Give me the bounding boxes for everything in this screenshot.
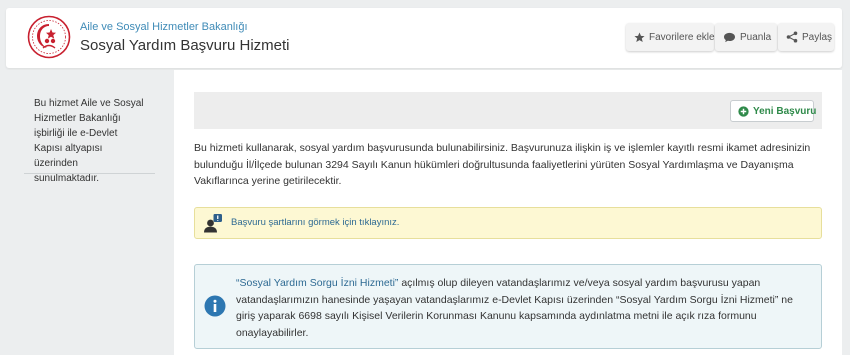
ministry-name[interactable]: Aile ve Sosyal Hizmetler Bakanlığı: [80, 21, 248, 33]
favorite-button-label: Favorilere ekle: [649, 31, 715, 43]
sidebar-divider: [24, 173, 155, 174]
ministry-logo-icon: [27, 15, 71, 59]
new-application-label: Yeni Başvuru: [753, 105, 817, 117]
sorgu-izni-link[interactable]: “Sosyal Yardım Sorgu İzni Hizmeti”: [236, 277, 398, 289]
page-header: Aile ve Sosyal Hizmetler Bakanlığı Sosya…: [6, 8, 842, 68]
page-title: Sosyal Yardım Başvuru Hizmeti: [80, 37, 290, 54]
conditions-link[interactable]: Başvuru şartlarını görmek için tıklayını…: [231, 217, 399, 228]
new-application-button[interactable]: Yeni Başvuru: [730, 100, 817, 122]
share-icon: [786, 31, 798, 43]
share-button-label: Paylaş: [802, 31, 833, 43]
service-description: Bu hizmeti kullanarak, sosyal yardım baş…: [194, 142, 811, 187]
info-icon: [204, 295, 226, 317]
info-alert: “Sosyal Yardım Sorgu İzni Hizmeti” açılm…: [194, 264, 822, 349]
rate-button[interactable]: Puanla: [715, 23, 777, 51]
share-button[interactable]: Paylaş: [778, 23, 834, 51]
rate-button-label: Puanla: [740, 31, 772, 43]
info-message: “Sosyal Yardım Sorgu İzni Hizmeti” açılm…: [236, 275, 806, 341]
sidebar: Bu hizmet Aile ve Sosyal Hizmetler Bakan…: [6, 70, 174, 355]
action-toolbar: Yeni Başvuru: [194, 92, 822, 129]
conditions-alert[interactable]: Başvuru şartlarını görmek için tıklayını…: [194, 207, 822, 239]
star-icon: [634, 32, 645, 42]
speech-bubble-icon: [724, 32, 735, 42]
user-alert-icon: [204, 214, 222, 233]
plus-circle-icon: [738, 105, 749, 117]
main-content: Yeni Başvuru Bu hizmeti kullanarak, sosy…: [174, 70, 842, 355]
favorite-button[interactable]: Favorilere ekle: [626, 23, 715, 51]
